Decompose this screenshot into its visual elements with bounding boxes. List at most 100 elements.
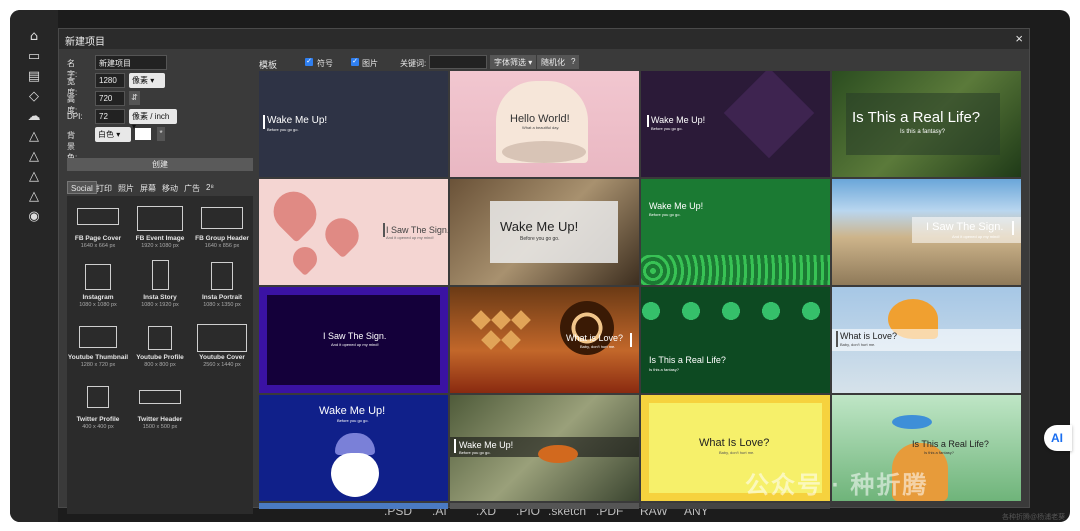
dpi-label: DPI: bbox=[67, 112, 83, 121]
keyword-input[interactable] bbox=[429, 55, 487, 69]
swap-dimensions-button[interactable]: ⇵ bbox=[129, 91, 140, 105]
category-tabs: Social 打印 照片 屏幕 移动 广告 2⁸ bbox=[67, 181, 253, 195]
template-tile[interactable] bbox=[450, 503, 639, 509]
preset-size: 400 x 400 px bbox=[82, 424, 114, 430]
preset-fb-group-header[interactable]: FB Group Header 1640 x 856 px bbox=[191, 206, 253, 266]
template-tile[interactable]: Wake Me Up! Before you go go. bbox=[450, 395, 639, 501]
template-tile[interactable]: Wake Me Up! Before you go go. bbox=[450, 179, 639, 285]
dpi-unit-select[interactable]: 像素 / inch ▾ bbox=[129, 109, 177, 131]
template-subtitle: Baby, don't hurt me. bbox=[840, 342, 876, 347]
randomize-button[interactable]: 随机化 bbox=[537, 55, 569, 69]
template-title: Is This a Real Life? bbox=[852, 109, 981, 126]
width-input[interactable]: 1280 bbox=[95, 73, 125, 88]
template-tile[interactable]: Is This a Real Life? Is this a fantasy? bbox=[641, 287, 830, 393]
image-checkbox[interactable]: ✓ bbox=[351, 58, 359, 66]
dialog-titlebar: 新建项目 × bbox=[59, 29, 1029, 49]
template-title: Wake Me Up! bbox=[651, 115, 706, 125]
preset-name: Twitter Profile bbox=[76, 416, 120, 423]
name-input[interactable]: 新建项目 bbox=[95, 55, 167, 70]
preset-size: 2560 x 1440 px bbox=[203, 362, 241, 368]
preset-youtube-profile[interactable]: Youtube Profile 800 x 800 px bbox=[129, 326, 191, 386]
template-tile[interactable]: Hello World! What a beautiful day. bbox=[450, 71, 639, 177]
tab-more[interactable]: 2⁸ bbox=[203, 181, 217, 194]
bg-more-button[interactable]: * bbox=[157, 127, 165, 141]
bg-color-select[interactable]: 白色 ▾ bbox=[95, 127, 131, 142]
watermark-credit: 各种折腾@杨浦老葵 bbox=[1002, 514, 1066, 521]
dropbox-icon[interactable]: ◇ bbox=[26, 90, 42, 104]
google-drive-icon[interactable]: △ bbox=[26, 130, 42, 144]
google-drive-icon-3[interactable]: △ bbox=[26, 170, 42, 184]
template-title: Hello World! bbox=[510, 113, 570, 125]
width-unit-select[interactable]: 像素 ▾ bbox=[129, 73, 165, 88]
preset-youtube-cover[interactable]: Youtube Cover 2560 x 1440 px bbox=[191, 324, 253, 384]
template-tile[interactable]: I Saw The Sign. And it opened up my mind… bbox=[832, 179, 1021, 285]
template-subtitle: Before you go go. bbox=[337, 418, 369, 423]
tab-photo[interactable]: 照片 bbox=[115, 181, 137, 194]
template-title: Wake Me Up! bbox=[649, 201, 704, 211]
template-subtitle: Is this a fantasy? bbox=[649, 367, 680, 372]
image-label: 图片 bbox=[362, 59, 378, 68]
preset-size: 1280 x 720 px bbox=[80, 362, 116, 368]
monitor-icon[interactable]: ▭ bbox=[26, 50, 42, 64]
app-window: ⌂ ▭ ▤ ◇ ☁ △ △ △ △ ◉ .PSD .AI .XD .PIO .s… bbox=[10, 10, 1070, 522]
preset-list: FB Page Cover 1640 x 664 px FB Event Ima… bbox=[67, 196, 253, 514]
preset-name: Youtube Cover bbox=[199, 354, 245, 361]
cloud-icon[interactable]: ☁ bbox=[26, 110, 42, 124]
template-toolbar: 模板 ✓ 符号 ✓ 图片 关键词: 字体筛选 ▾ 随机化 ? bbox=[259, 55, 1029, 71]
drive-icon[interactable]: ▤ bbox=[26, 70, 42, 84]
font-filter-button[interactable]: 字体筛选 ▾ bbox=[490, 55, 537, 69]
template-tile[interactable]: Wake Me Up! Before you go go. bbox=[259, 395, 448, 501]
preset-youtube-thumbnail[interactable]: Youtube Thumbnail 1280 x 720 px bbox=[67, 326, 129, 386]
template-title: Wake Me Up! bbox=[500, 219, 579, 234]
template-tile[interactable]: I Saw The Sign. And it opened up my mind… bbox=[259, 179, 448, 285]
template-subtitle: Before you go go. bbox=[267, 127, 299, 132]
preset-fb-page-cover[interactable]: FB Page Cover 1640 x 664 px bbox=[67, 206, 129, 266]
left-toolbar: ⌂ ▭ ▤ ◇ ☁ △ △ △ △ ◉ bbox=[10, 10, 58, 522]
google-drive-icon-2[interactable]: △ bbox=[26, 150, 42, 164]
template-tile[interactable]: What is Love? Baby, don't hurt me. bbox=[832, 287, 1021, 393]
tab-ads[interactable]: 广告 bbox=[181, 181, 203, 194]
create-button[interactable]: 创建 bbox=[67, 158, 253, 171]
template-title: Wake Me Up! bbox=[459, 440, 514, 450]
template-subtitle: Before you go go. bbox=[520, 236, 560, 242]
ai-badge[interactable]: AI bbox=[1044, 425, 1072, 451]
template-tile[interactable] bbox=[259, 503, 448, 509]
templates-label: 模板 bbox=[259, 60, 278, 70]
template-subtitle: Before you go go. bbox=[649, 212, 681, 217]
template-title: I Saw The Sign. bbox=[386, 225, 448, 235]
template-title: Wake Me Up! bbox=[267, 115, 328, 126]
preset-name: FB Event Image bbox=[135, 235, 185, 242]
template-tile[interactable]: Wake Me Up! Before you go go. bbox=[641, 179, 830, 285]
preset-name: Twitter Header bbox=[137, 416, 183, 423]
template-title: I Saw The Sign. bbox=[926, 221, 1004, 233]
preset-twitter-header[interactable]: Twitter Header 1500 x 500 px bbox=[129, 390, 191, 450]
close-icon[interactable]: × bbox=[1015, 31, 1023, 46]
tab-screen[interactable]: 屏幕 bbox=[137, 181, 159, 194]
bg-color-swatch[interactable] bbox=[135, 128, 151, 140]
template-tile[interactable] bbox=[641, 503, 830, 509]
template-tile[interactable]: What is Love? Baby, don't hurt me. bbox=[450, 287, 639, 393]
help-button[interactable]: ? bbox=[567, 55, 580, 69]
template-tile[interactable]: I Saw The Sign. And it opened up my mind… bbox=[259, 287, 448, 393]
preset-size: 1500 x 500 px bbox=[142, 424, 178, 430]
tab-print[interactable]: 打印 bbox=[93, 181, 115, 194]
tab-mobile[interactable]: 移动 bbox=[159, 181, 181, 194]
template-subtitle: Before you go go. bbox=[459, 450, 491, 455]
template-subtitle: Is this a fantasy? bbox=[900, 129, 946, 135]
template-subtitle: Is this a fantasy? bbox=[924, 450, 955, 455]
preset-insta-story[interactable]: Insta Story 1080 x 1920 px bbox=[129, 260, 191, 320]
preset-fb-event-image[interactable]: FB Event Image 1920 x 1080 px bbox=[129, 206, 191, 266]
template-tile[interactable]: Is This a Real Life? Is this a fantasy? bbox=[832, 71, 1021, 177]
preset-twitter-profile[interactable]: Twitter Profile 400 x 400 px bbox=[67, 386, 129, 446]
google-drive-icon-4[interactable]: △ bbox=[26, 190, 42, 204]
home-icon[interactable]: ⌂ bbox=[26, 30, 42, 44]
template-title: I Saw The Sign. bbox=[323, 331, 387, 341]
template-tile[interactable]: Wake Me Up! Before you go go. bbox=[259, 71, 448, 177]
preset-insta-portrait[interactable]: Insta Portrait 1080 x 1350 px bbox=[191, 262, 253, 322]
preset-instagram[interactable]: Instagram 1080 x 1080 px bbox=[67, 264, 129, 324]
template-tile[interactable]: Wake Me Up! Before you go go. bbox=[641, 71, 830, 177]
dpi-input[interactable]: 72 bbox=[95, 109, 125, 124]
gamepad-icon[interactable]: ◉ bbox=[26, 210, 42, 224]
symbol-checkbox[interactable]: ✓ bbox=[305, 58, 313, 66]
height-input[interactable]: 720 bbox=[95, 91, 125, 106]
